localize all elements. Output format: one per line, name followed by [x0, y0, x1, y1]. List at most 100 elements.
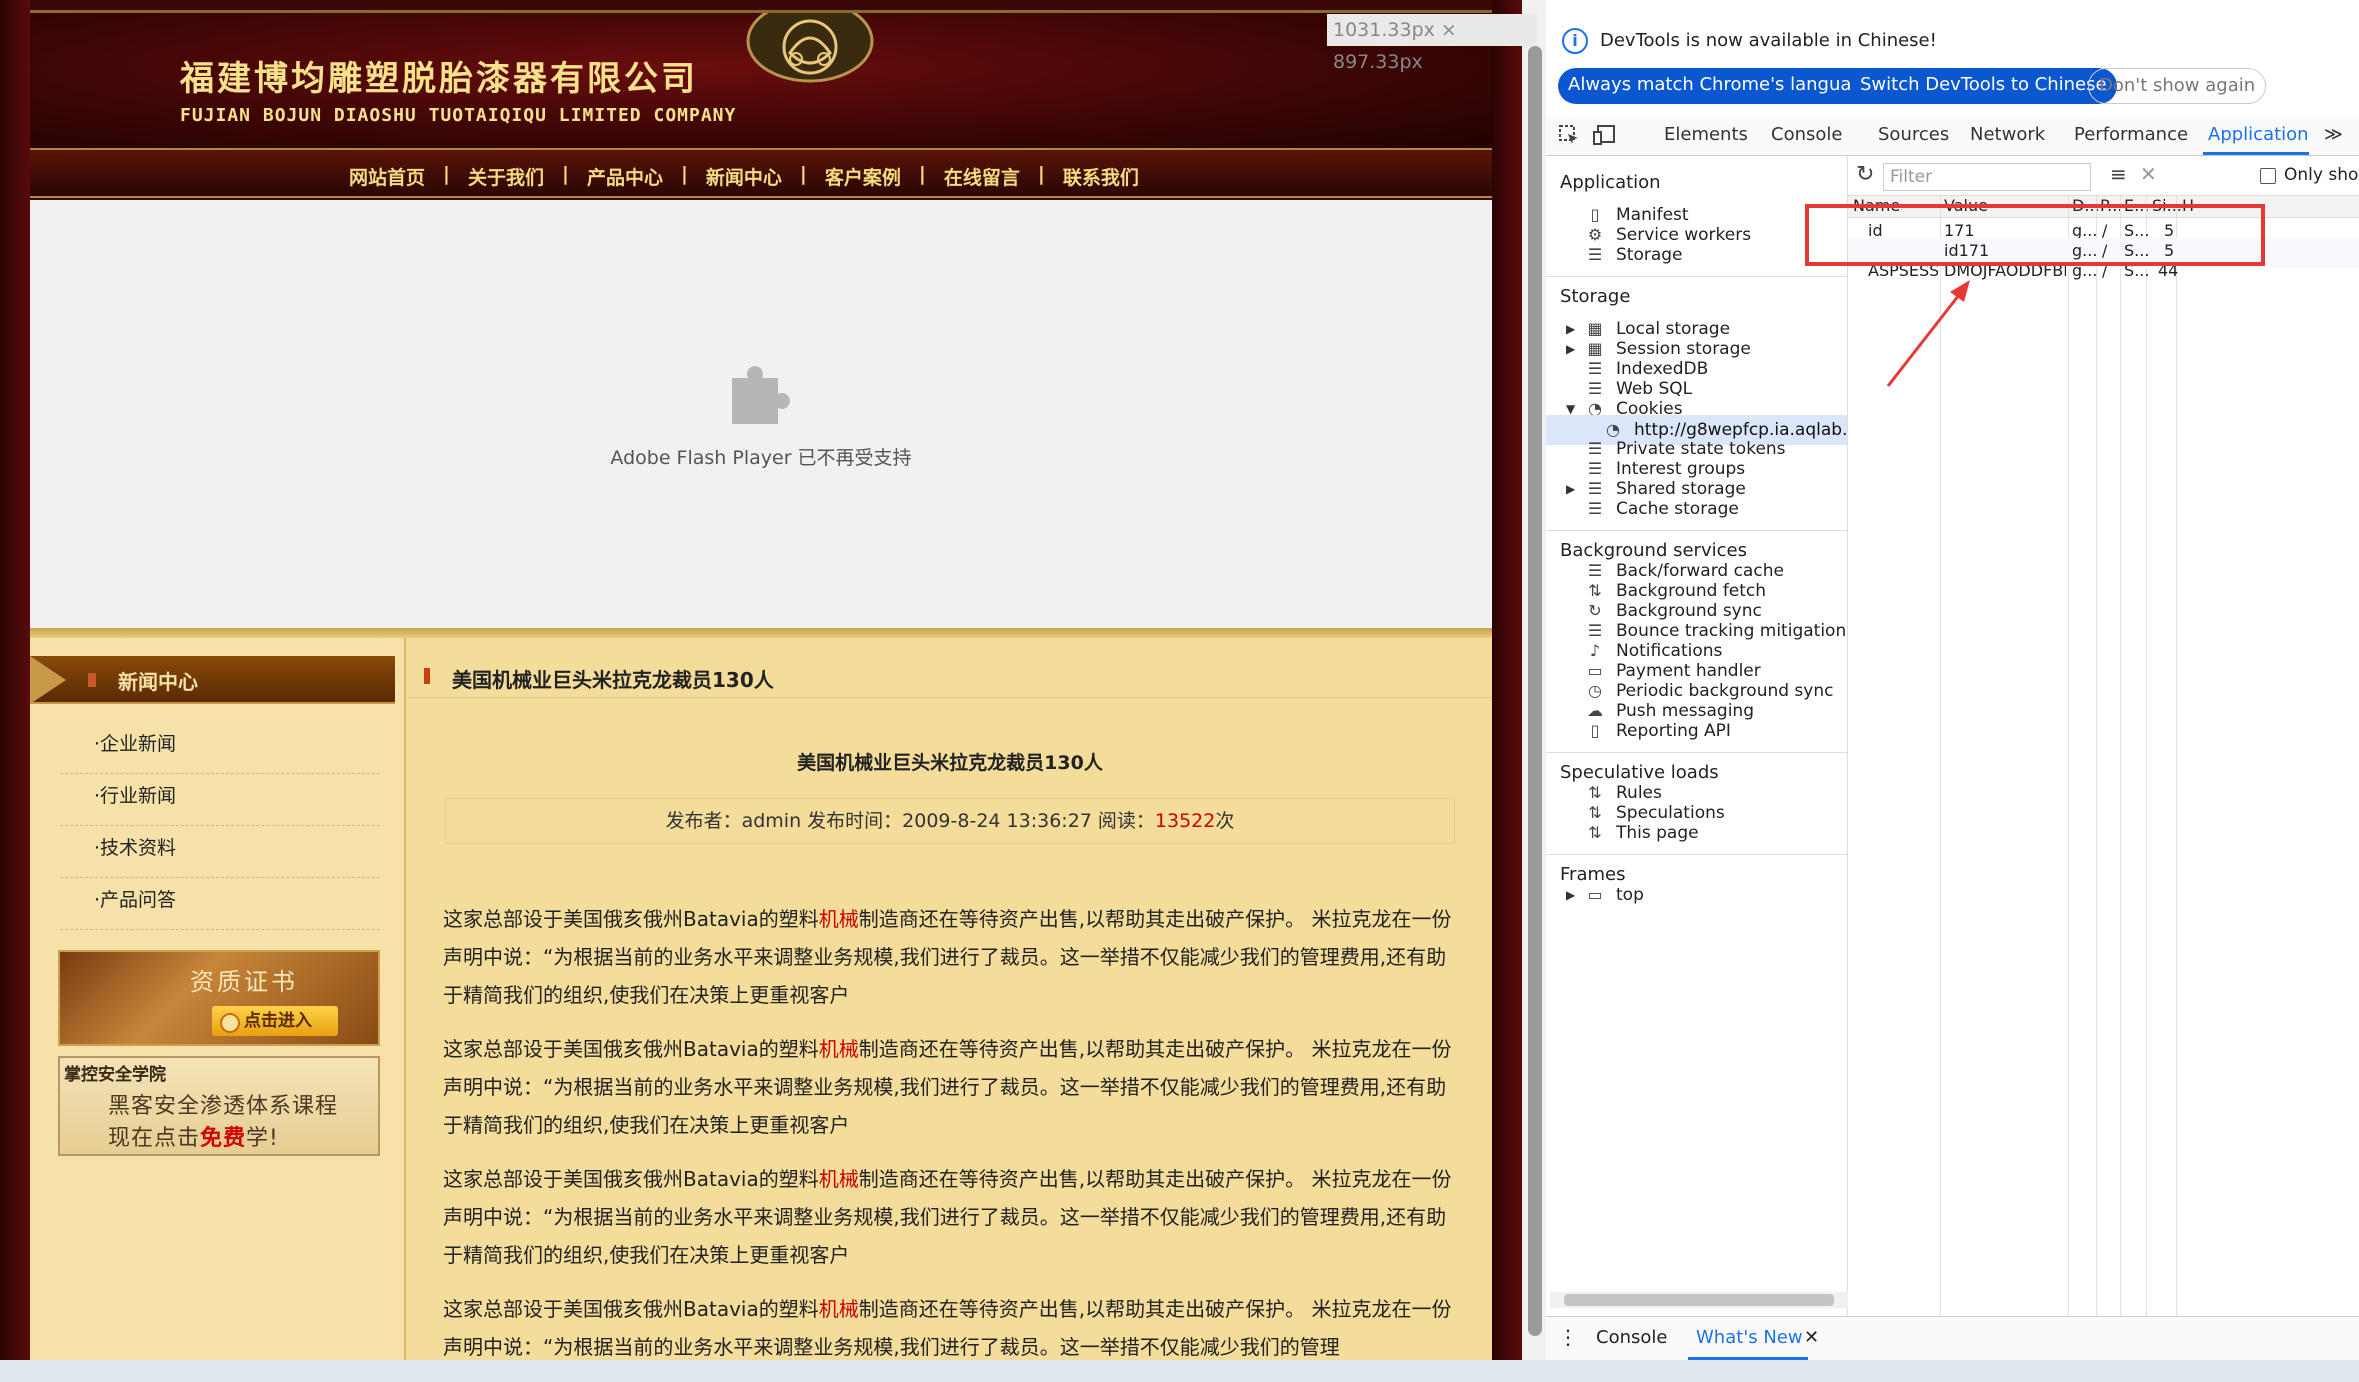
site-content: 新闻中心 ·企业新闻 ·行业新闻 ·技术资料 ·产品问答 资质证书 点击进入 掌… [30, 638, 1492, 1360]
enter-button[interactable]: 点击进入 [212, 1006, 338, 1036]
left-frame [0, 0, 30, 1360]
divider [30, 628, 1492, 638]
flash-unsupported-message: Adobe Flash Player 已不再受支持 [610, 447, 912, 469]
expand-arrow-icon: ▶ [1566, 888, 1576, 902]
nav-home[interactable]: 网站首页 [335, 163, 439, 190]
nav-message[interactable]: 在线留言 [930, 163, 1034, 190]
article-meta: 发布者：admin 发布时间：2009-8-24 13:36:27 阅读：135… [445, 798, 1455, 844]
switch-chinese-button[interactable]: Switch DevTools to Chinese [1850, 68, 2117, 104]
scrollbar-thumb[interactable] [1564, 1294, 1834, 1306]
nav-cases[interactable]: 客户案例 [811, 163, 915, 190]
website-viewport: 福建博均雕塑脱胎漆器有限公司 FUJIAN BOJUN DIAOSHU TUOT… [0, 0, 1522, 1360]
sidebar-item-storage[interactable]: ☰ Storage [1546, 240, 1847, 270]
certificate-title: 资质证书 [190, 968, 298, 996]
paragraph: 这家总部设于美国俄亥俄州Batavia的塑料机械制造商还在等待资产出售,以帮助其… [443, 1037, 1452, 1137]
scrollbar-thumb[interactable] [1528, 46, 1542, 1336]
viewport-size-badge: 1031.33px × 897.33px [1327, 14, 1537, 73]
sidebar-item-industry-news[interactable]: ·行业新闻 [60, 774, 380, 826]
company-name-cn: 福建博均雕塑脱胎漆器有限公司 [180, 59, 698, 99]
database-icon: ☰ [1587, 245, 1603, 264]
active-tab-underline [2203, 152, 2309, 155]
paragraph: 这家总部设于美国俄亥俄州Batavia的塑料机械制造商还在等待资产出售,以帮助其… [443, 907, 1452, 1007]
nav-about[interactable]: 关于我们 [454, 163, 558, 190]
keyword-link[interactable]: 机械 [819, 1037, 859, 1061]
delete-selected-icon[interactable]: ✕ [2140, 162, 2157, 186]
frame-icon: ▭ [1587, 885, 1603, 904]
keyword-link[interactable]: 机械 [819, 1167, 859, 1191]
tab-network[interactable]: Network [1970, 124, 2045, 145]
sidebar-item-cache-storage[interactable]: ☰ Cache storage [1546, 494, 1847, 524]
sidebar-item-product-qa[interactable]: ·产品问答 [60, 878, 380, 930]
article-body: 这家总部设于美国俄亥俄州Batavia的塑料机械制造商还在等待资产出售,以帮助其… [443, 900, 1463, 1360]
sidebar-title: 新闻中心 [118, 670, 198, 694]
red-arrow-annotation [1886, 280, 1970, 387]
site-banner: 福建博均雕塑脱胎漆器有限公司 FUJIAN BOJUN DIAOSHU TUOT… [30, 10, 1492, 148]
tab-performance[interactable]: Performance [2074, 124, 2188, 145]
paragraph: 这家总部设于美国俄亥俄州Batavia的塑料机械制造商还在等待资产出售,以帮助其… [443, 1297, 1452, 1359]
application-sidebar: Application ▯ Manifest ⚙ Service workers ☰… [1546, 156, 1848, 1326]
nav-contact[interactable]: 联系我们 [1049, 163, 1153, 190]
devtools-tabbar: Elements Console Sources Network Perform… [1546, 116, 2359, 156]
right-frame [1492, 0, 1522, 1360]
refresh-icon[interactable]: ↻ [1856, 162, 1874, 187]
site-nav: 网站首页 | 关于我们 | 产品中心 | 新闻中心 | 客户案例 | 在线留言 | 联系我们 [30, 148, 1492, 198]
document-icon: ▯ [1590, 721, 1600, 740]
info-icon: i [1562, 28, 1588, 54]
highlight-box [1805, 204, 2265, 266]
close-icon[interactable]: ✕ [1804, 1327, 1819, 1348]
article-title: 美国机械业巨头米拉克龙裁员130人 [797, 752, 1103, 774]
filter-input[interactable]: Filter [1883, 163, 2091, 191]
os-taskbar [0, 1360, 2359, 1382]
logo-ornament-icon [746, 13, 874, 83]
left-sidebar: 新闻中心 ·企业新闻 ·行业新闻 ·技术资料 ·产品问答 资质证书 点击进入 掌… [30, 638, 406, 1360]
tab-application[interactable]: Application [2208, 124, 2309, 145]
only-show-issues-checkbox[interactable] [2260, 168, 2276, 184]
sidebar-item-reporting-api[interactable]: ▯ Reporting API [1546, 716, 1847, 746]
cookie-toolbar: ↻ Filter ≡ ✕ Only show coo [1848, 156, 2359, 196]
sync-arrows-icon: ⇅ [1588, 823, 1602, 842]
article-breadcrumb: 美国机械业巨头米拉克龙裁员130人 [408, 658, 1492, 698]
section-storage: Storage [1560, 286, 1631, 307]
sidebar-item-company-news[interactable]: ·企业新闻 [60, 722, 380, 774]
match-language-button[interactable]: Always match Chrome's language [1558, 68, 1884, 104]
puzzle-plugin-icon [732, 366, 790, 424]
article-area: 美国机械业巨头米拉克龙裁员130人 美国机械业巨头米拉克龙裁员130人 发布者：… [408, 638, 1492, 1360]
ad-brand: 掌控安全学院 [64, 1065, 166, 1085]
keyword-link[interactable]: 机械 [819, 1297, 859, 1321]
sidebar-item-this-page[interactable]: ⇅ This page [1546, 818, 1847, 848]
clear-filtered-icon[interactable]: ≡ [2110, 162, 2127, 186]
devtools-language-notice: DevTools is now available in Chinese! [1600, 30, 1937, 51]
certificate-banner[interactable]: 资质证书 点击进入 [58, 950, 380, 1046]
breadcrumb-title: 美国机械业巨头米拉克龙裁员130人 [452, 668, 774, 692]
only-show-label: Only show coo [2284, 165, 2359, 185]
drawer-menu-icon[interactable]: ⋮ [1558, 1325, 1578, 1349]
sidebar-item-frame-top[interactable]: ▶ ▭ top [1546, 880, 1847, 910]
devtools-drawer-bar: ⋮ Console What's New ✕ [1546, 1316, 2359, 1360]
keyword-link[interactable]: 机械 [819, 907, 859, 931]
dont-show-again-button[interactable]: Don't show again [2088, 68, 2267, 104]
more-tabs-icon[interactable]: ≫ [2324, 124, 2343, 145]
ad-cta: 现在点击免费学! [108, 1126, 279, 1151]
ad-line: 黑客安全渗透体系课程 [108, 1094, 339, 1119]
tab-sources[interactable]: Sources [1878, 124, 1949, 145]
security-school-ad[interactable]: 掌控安全学院 黑客安全渗透体系课程 现在点击免费学! [58, 1056, 380, 1156]
sidebar-header: 新闻中心 [30, 656, 395, 704]
sidebar-item-tech-docs[interactable]: ·技术资料 [60, 826, 380, 878]
drawer-tab-whats-new[interactable]: What's New [1696, 1327, 1803, 1348]
section-application: Application [1560, 172, 1661, 193]
inspect-element-icon[interactable] [1558, 124, 1580, 146]
page-scrollbar[interactable] [1522, 0, 1546, 1360]
company-name-en: FUJIAN BOJUN DIAOSHU TUOTAIQIQU LIMITED … [180, 105, 737, 126]
read-count: 13522 [1154, 810, 1216, 832]
drawer-tab-console[interactable]: Console [1596, 1327, 1667, 1348]
device-toolbar-icon[interactable] [1592, 124, 1618, 146]
paragraph: 这家总部设于美国俄亥俄州Batavia的塑料机械制造商还在等待资产出售,以帮助其… [443, 1167, 1452, 1267]
nav-products[interactable]: 产品中心 [573, 163, 677, 190]
news-category-list: ·企业新闻 ·行业新闻 ·技术资料 ·产品问答 [60, 722, 380, 930]
sidebar-hscrollbar[interactable] [1550, 1292, 1848, 1308]
arrow-icon [30, 656, 66, 704]
nav-news[interactable]: 新闻中心 [692, 163, 796, 190]
tab-elements[interactable]: Elements [1664, 124, 1748, 145]
tab-console[interactable]: Console [1771, 124, 1842, 145]
database-icon: ☰ [1587, 499, 1603, 518]
